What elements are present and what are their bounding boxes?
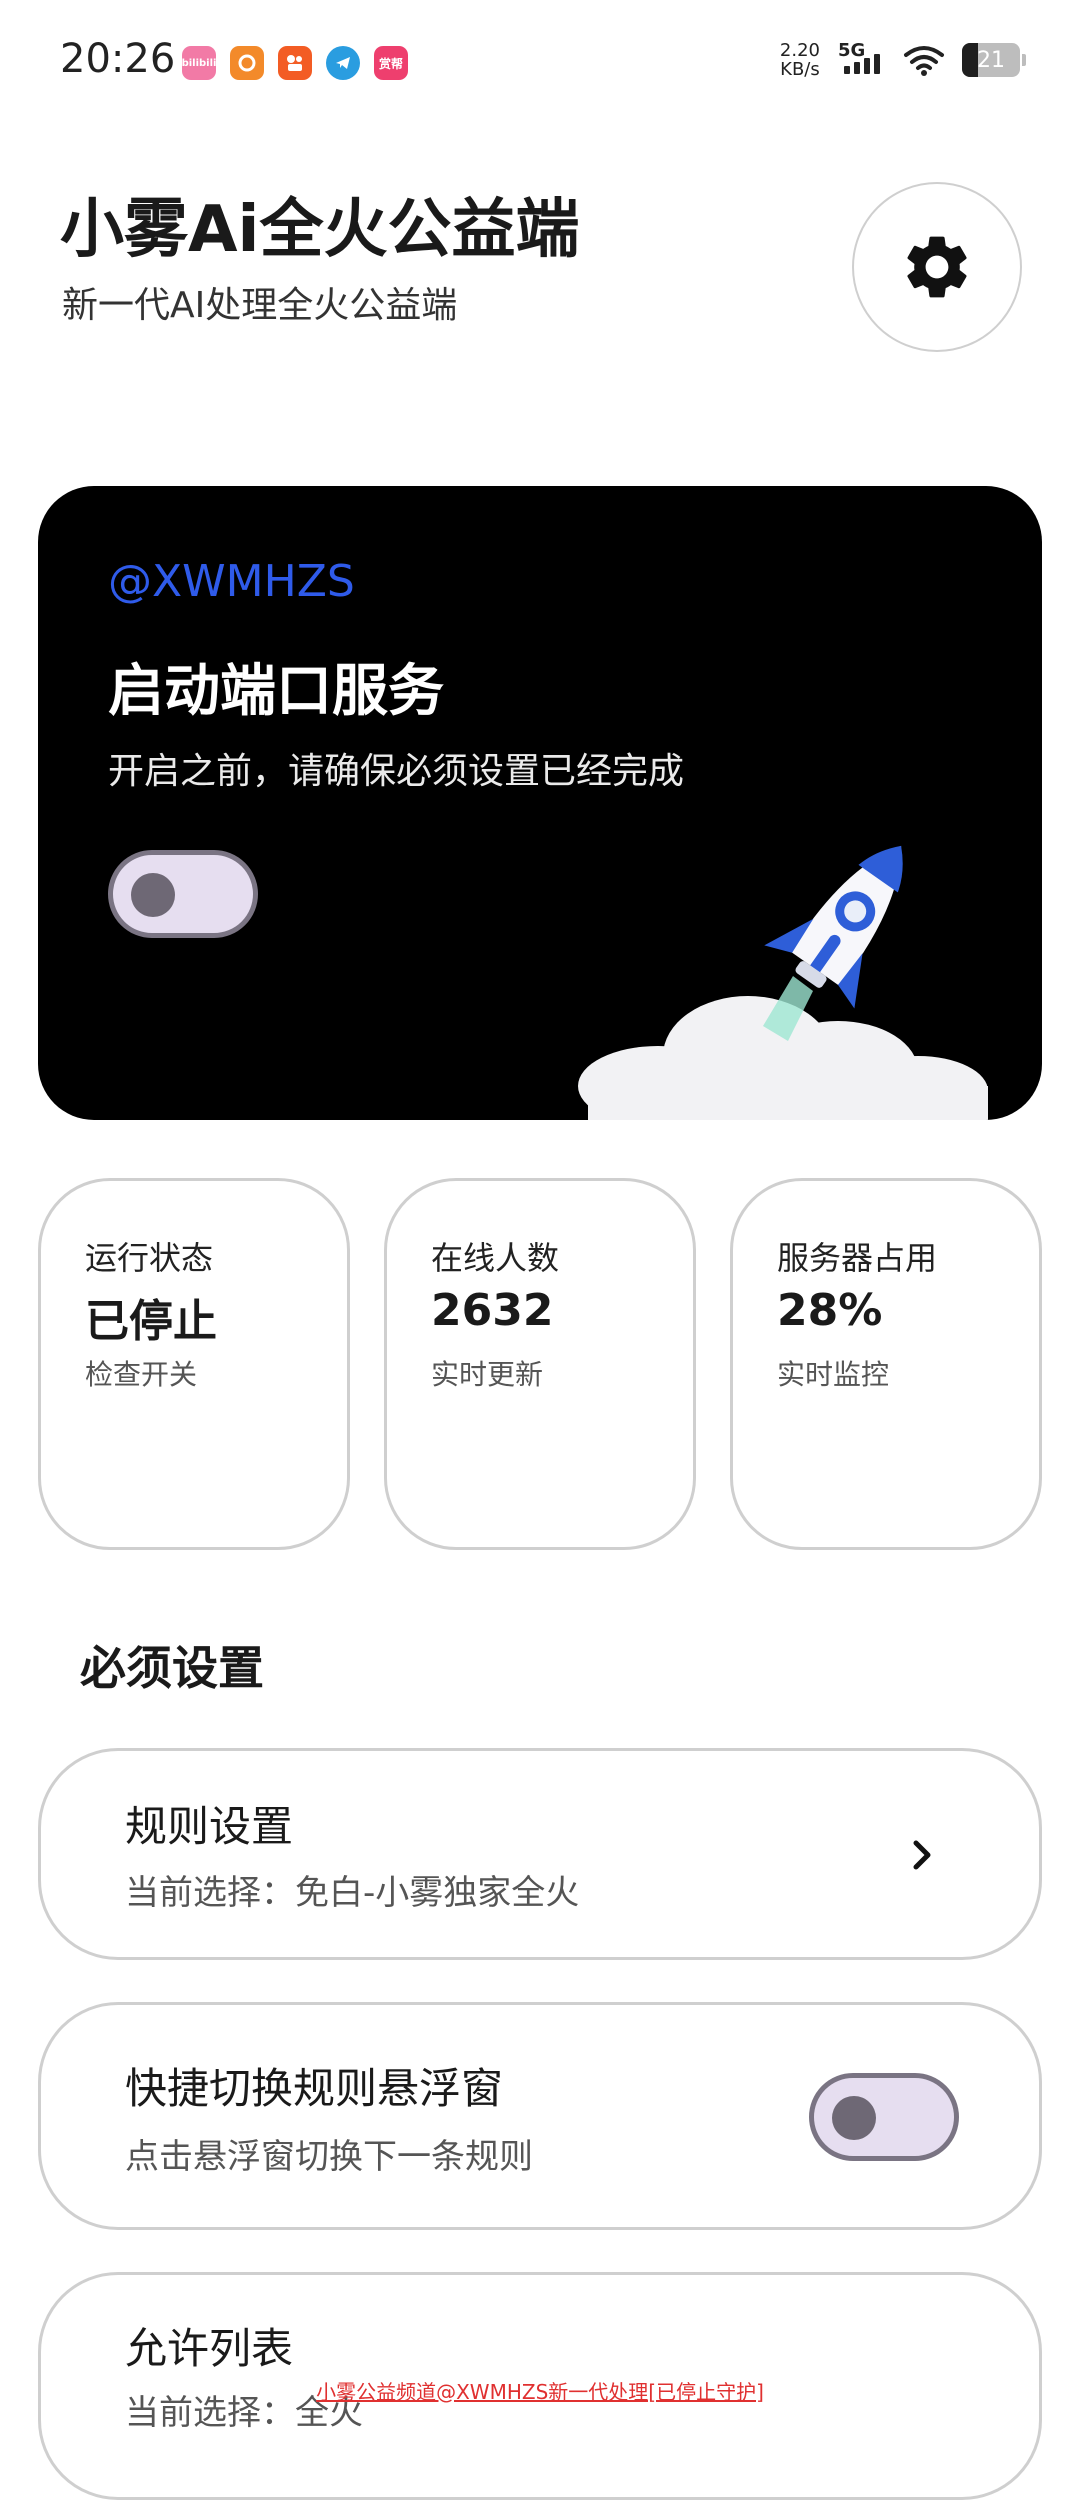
chevron-right-icon [913,1840,931,1870]
stat-note: 实时监控 [777,1358,890,1391]
setting-title: 允许列表 [125,2324,294,2373]
network-speed: 2.20 KB/s [779,40,820,80]
stat-note: 实时更新 [431,1358,544,1391]
start-service-toggle[interactable] [108,850,258,938]
stat-label: 运行状态 [85,1239,214,1277]
footer-channel-text: 小雾公益频道@XWMHZS新一代处理[已停止守护] [316,2380,764,2404]
hero-title: 启动端口服务 [108,659,444,724]
stat-card-server-usage: 服务器占用 28% 实时监控 [730,1178,1042,1550]
rules-setting-card[interactable]: 规则设置 当前选择：免白-小雾独家全火 [38,1748,1042,1960]
cellular-signal-icon: 5G [836,40,886,80]
settings-button[interactable] [852,182,1022,352]
stat-label: 在线人数 [431,1239,560,1277]
stat-value: 28% [777,1285,883,1336]
status-time: 20:26 [60,36,176,82]
channel-handle: @XWMHZS [108,556,355,607]
setting-title: 规则设置 [125,1802,294,1851]
stat-note: 检查开关 [85,1358,198,1391]
setting-description: 当前选择：免白-小雾独家全火 [125,1873,580,1913]
wifi-icon [904,46,944,76]
app-subtitle: 新一代AI处理全火公益端 [62,285,458,326]
setting-description: 点击悬浮窗切换下一条规则 [125,2137,533,2177]
stat-value: 已停止 [85,1296,217,1347]
orange-app-icon [230,46,264,80]
rocket-illustration [578,845,988,1120]
toggle-knob [131,873,175,917]
section-title-required-settings: 必须设置 [80,1641,264,1695]
hero-description: 开启之前，请确保必须设置已经完成 [108,751,685,792]
app-title: 小雾Ai全火公益端 [60,193,580,267]
notification-app-icons: bilibili 赏帮 [182,46,408,80]
stat-value: 2632 [431,1285,554,1336]
stat-label: 服务器占用 [777,1239,938,1277]
gear-icon [907,236,967,298]
kuaishou-app-icon [278,46,312,80]
float-window-toggle[interactable] [809,2073,959,2161]
telegram-app-icon [326,46,360,80]
status-bar: 20:26 bilibili 赏帮 2.20 KB/s 5G 21 [0,0,1080,120]
stat-card-online-users: 在线人数 2632 实时更新 [384,1178,696,1550]
float-window-setting-card: 快捷切换规则悬浮窗 点击悬浮窗切换下一条规则 [38,2002,1042,2230]
toggle-knob [832,2096,876,2140]
setting-title: 快捷切换规则悬浮窗 [125,2064,504,2113]
status-right: 2.20 KB/s 5G 21 [779,40,1026,80]
start-service-card: @XWMHZS 启动端口服务 开启之前，请确保必须设置已经完成 [38,486,1042,1120]
stat-card-status: 运行状态 已停止 检查开关 [38,1178,350,1550]
bilibili-app-icon: bilibili [182,46,216,80]
shangbang-app-icon: 赏帮 [374,46,408,80]
battery-icon: 21 [962,43,1026,77]
